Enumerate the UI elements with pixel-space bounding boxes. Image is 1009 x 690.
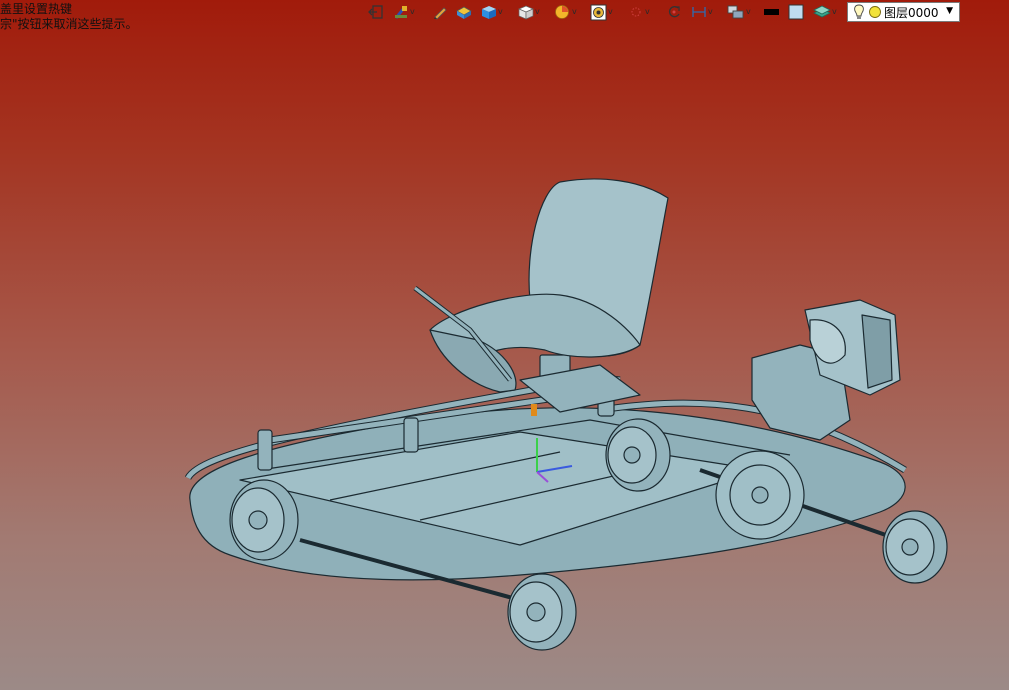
exit-icon [368, 5, 383, 19]
line-color-icon [764, 9, 779, 15]
layer-dropdown[interactable]: 图层0000 ▼ [847, 2, 960, 22]
layer-stack-menu-chevron[interactable]: v [832, 8, 837, 16]
layer-name: 图层0000 [884, 5, 939, 20]
cube-white-icon [518, 5, 534, 20]
go-kart-model [184, 178, 948, 651]
cube-blue-icon [482, 6, 496, 19]
rotate-icon [669, 6, 680, 18]
pencil-icon [434, 7, 447, 20]
pipette-button[interactable]: v [393, 3, 415, 21]
front-right-wheel [507, 573, 577, 651]
layers-display-button[interactable]: v [727, 3, 751, 21]
fill-color-icon [788, 4, 804, 20]
rear-right-wheel [882, 510, 948, 584]
layer-dropdown-arrow[interactable]: ▼ [946, 6, 953, 16]
yellow-circle-icon [869, 6, 881, 18]
solid-view-menu-chevron[interactable]: v [498, 8, 503, 16]
render-button[interactable]: v [590, 3, 613, 21]
render-menu-chevron[interactable]: v [608, 8, 613, 16]
layers-display-menu-chevron[interactable]: v [746, 8, 751, 16]
solid-view-button[interactable]: v [480, 3, 503, 21]
layers-display-icon [727, 5, 744, 19]
measure-menu-chevron[interactable]: v [708, 8, 713, 16]
fill-color-button[interactable] [788, 3, 805, 21]
line-color-button[interactable] [763, 3, 780, 21]
section-icon [555, 5, 569, 19]
layer-stack-button[interactable]: v [813, 3, 837, 21]
pencil-button[interactable] [432, 3, 448, 21]
pipette-icon [394, 6, 407, 19]
pipette-menu-chevron[interactable]: v [410, 8, 415, 16]
snap-menu-chevron[interactable]: v [645, 8, 650, 16]
snap-button[interactable]: v [628, 3, 650, 21]
rear-left-wheel [605, 418, 671, 492]
view-cube-menu-chevron[interactable]: v [535, 8, 540, 16]
3d-viewport[interactable] [0, 0, 1009, 690]
section-menu-chevron[interactable]: v [572, 8, 577, 16]
lightbulb-icon [854, 4, 864, 19]
rotate-button[interactable] [666, 3, 682, 21]
section-button[interactable]: v [554, 3, 577, 21]
layer-stack-icon [813, 5, 831, 18]
snap-icon [631, 7, 641, 17]
material-button[interactable] [455, 3, 472, 21]
material-icon [456, 6, 472, 19]
view-cube-button[interactable]: v [517, 3, 540, 21]
render-icon [590, 4, 607, 20]
measure-icon [692, 7, 706, 17]
front-left-wheel [229, 479, 299, 561]
measure-button[interactable]: v [691, 3, 713, 21]
exit-button[interactable] [368, 3, 384, 21]
